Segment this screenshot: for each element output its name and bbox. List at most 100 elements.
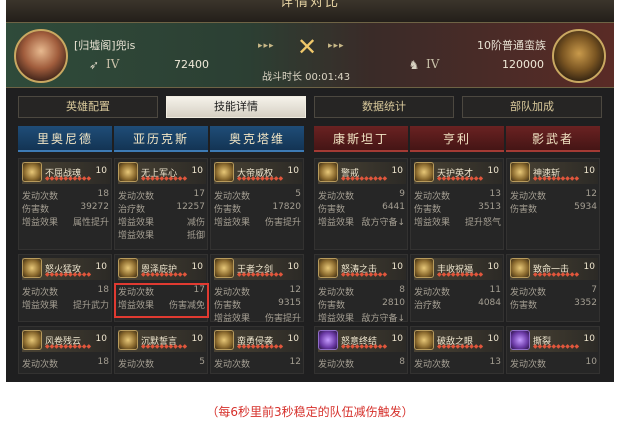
- stat-value: 属性提升: [72, 218, 109, 228]
- skill-card[interactable]: 神速斩 10 ◆◆◆◆◆◆◆◆◆◆ 发动次数 12 伤害数 5934: [506, 158, 600, 250]
- stat-row: 发动次数 17: [118, 189, 206, 202]
- stat-label: 增益效果: [214, 218, 251, 228]
- skill-card[interactable]: 大帝威权 10 ◆◆◆◆◆◆◆◆◆◆ 发动次数 5 伤害数 17820 增益效果 伤害提升: [210, 158, 304, 250]
- stat-value: 4084: [478, 298, 501, 308]
- stat-row: 增益效果 伤害提升: [214, 311, 302, 324]
- skill-header: 警戒 10 ◆◆◆◆◆◆◆◆◆◆: [318, 162, 406, 184]
- tab-skill-details[interactable]: 技能详情: [166, 96, 306, 118]
- stat-value: 6441: [382, 202, 405, 212]
- skill-icon: [22, 258, 42, 278]
- stat-label: 发动次数: [414, 192, 451, 202]
- player-power: 72400: [174, 58, 209, 71]
- stat-label: 增益效果: [118, 231, 155, 241]
- stat-row: 伤害数 6441: [318, 202, 406, 215]
- skill-card[interactable]: 不屈战魂 10 ◆◆◆◆◆◆◆◆◆◆ 发动次数 18 伤害数 39272 增益效果 属性提升: [18, 158, 112, 250]
- stat-value: 提升武力: [72, 301, 109, 311]
- title-bar: 详情对比: [6, 0, 614, 22]
- skill-level: 10: [583, 262, 595, 272]
- skill-level: 10: [487, 334, 499, 344]
- skill-card[interactable]: 怒涛之击 10 ◆◆◆◆◆◆◆◆◆◆ 发动次数 8 伤害数 2810 增益效果 敌方守备↓: [314, 254, 408, 324]
- skill-card[interactable]: 怒火猛攻 10 ◆◆◆◆◆◆◆◆◆◆ 发动次数 18 增益效果 提升武力: [18, 254, 112, 322]
- player-avatar[interactable]: [14, 29, 68, 83]
- stat-row: 治疗数 12257: [118, 202, 206, 215]
- stat-value: 敌方守备↓: [361, 218, 405, 228]
- skill-card[interactable]: 蛮勇侵袭 10 ◆◆◆◆◆◆◆◆◆◆ 发动次数 12: [210, 326, 304, 374]
- skill-card[interactable]: 怒意终结 10 ◆◆◆◆◆◆◆◆◆◆ 发动次数 8: [314, 326, 408, 374]
- skill-header: 怒涛之击 10 ◆◆◆◆◆◆◆◆◆◆: [318, 258, 406, 280]
- skill-level: 10: [95, 334, 107, 344]
- stat-value: 18: [97, 357, 109, 367]
- spear-icon: ➶: [88, 58, 100, 72]
- skill-card[interactable]: 天护英才 10 ◆◆◆◆◆◆◆◆◆◆ 发动次数 13 伤害数 3513 增益效果 提升怒气: [410, 158, 504, 250]
- skill-card[interactable]: 丰收祝福 10 ◆◆◆◆◆◆◆◆◆◆ 发动次数 11 治疗数 4084: [410, 254, 504, 322]
- skill-card[interactable]: 无上军心 10 ◆◆◆◆◆◆◆◆◆◆ 发动次数 17 治疗数 12257 增益效果 减伤 增益效果…: [114, 158, 208, 250]
- player-tier: IV: [106, 57, 120, 71]
- skill-icon: [214, 258, 234, 278]
- skill-card[interactable]: 风卷残云 10 ◆◆◆◆◆◆◆◆◆◆ 发动次数 18: [18, 326, 112, 374]
- page-title: 详情对比: [279, 0, 340, 10]
- skill-header: 恩泽庇护 10 ◆◆◆◆◆◆◆◆◆◆: [118, 258, 206, 280]
- stat-label: 伤害数: [214, 301, 242, 311]
- stat-row: 发动次数 18: [22, 357, 110, 370]
- stat-label: 增益效果: [318, 314, 355, 324]
- stat-label: 增益效果: [22, 301, 59, 311]
- skill-icon: [510, 162, 530, 182]
- stat-value: 18: [97, 189, 109, 199]
- stat-label: 伤害数: [510, 301, 538, 311]
- skill-header: 王者之剑 10 ◆◆◆◆◆◆◆◆◆◆: [214, 258, 302, 280]
- star-rating-icon: ◆◆◆◆◆◆◆◆◆◆: [533, 175, 580, 182]
- star-rating-icon: ◆◆◆◆◆◆◆◆◆◆: [141, 271, 188, 278]
- stat-row: 发动次数 11: [414, 285, 502, 298]
- stat-label: 伤害数: [414, 205, 442, 215]
- skill-icon: [414, 258, 434, 278]
- star-rating-icon: ◆◆◆◆◆◆◆◆◆◆: [437, 175, 484, 182]
- enemy-name: 10阶普通蛮族: [477, 39, 546, 52]
- tab-troop-bonus[interactable]: 部队加成: [462, 96, 602, 118]
- tab-hero-config[interactable]: 英雄配置: [18, 96, 158, 118]
- star-rating-icon: ◆◆◆◆◆◆◆◆◆◆: [237, 175, 284, 182]
- enemy-avatar[interactable]: [552, 29, 606, 83]
- star-rating-icon: ◆◆◆◆◆◆◆◆◆◆: [237, 343, 284, 350]
- player-name: [归墟阁]兜is: [74, 39, 136, 52]
- skill-level: 10: [391, 334, 403, 344]
- stat-row: 增益效果 属性提升: [22, 215, 110, 228]
- skill-card[interactable]: 警戒 10 ◆◆◆◆◆◆◆◆◆◆ 发动次数 9 伤害数 6441 增益效果 敌方守备↓: [314, 158, 408, 250]
- star-rating-icon: ◆◆◆◆◆◆◆◆◆◆: [533, 271, 580, 278]
- stat-row: 增益效果 提升武力: [22, 298, 110, 311]
- tab-data-stats[interactable]: 数据统计: [314, 96, 454, 118]
- stat-row: 增益效果 提升怒气: [414, 215, 502, 228]
- skill-icon: [318, 330, 338, 350]
- skill-level: 10: [583, 166, 595, 176]
- stat-value: 12: [585, 189, 597, 199]
- stat-value: 3352: [574, 298, 597, 308]
- skill-card[interactable]: 王者之剑 10 ◆◆◆◆◆◆◆◆◆◆ 发动次数 12 伤害数 9315 增益效果 伤害提升: [210, 254, 304, 324]
- star-rating-icon: ◆◆◆◆◆◆◆◆◆◆: [341, 175, 388, 182]
- stat-label: 伤害数: [510, 205, 538, 215]
- skill-card[interactable]: 致命一击 10 ◆◆◆◆◆◆◆◆◆◆ 发动次数 7 伤害数 3352: [506, 254, 600, 322]
- skill-card[interactable]: 破敌之眼 10 ◆◆◆◆◆◆◆◆◆◆ 发动次数 13: [410, 326, 504, 374]
- skill-header: 不屈战魂 10 ◆◆◆◆◆◆◆◆◆◆: [22, 162, 110, 184]
- stat-value: 敌方守备↓: [361, 314, 405, 324]
- stat-row: 发动次数 12: [214, 357, 302, 370]
- skill-icon: [318, 162, 338, 182]
- stat-row: 增益效果 抵御: [118, 228, 206, 241]
- stat-row: 伤害数 2810: [318, 298, 406, 311]
- skill-card[interactable]: 撕裂 10 ◆◆◆◆◆◆◆◆◆◆ 发动次数 10: [506, 326, 600, 374]
- skill-header: 怒火猛攻 10 ◆◆◆◆◆◆◆◆◆◆: [22, 258, 110, 280]
- skill-header: 神速斩 10 ◆◆◆◆◆◆◆◆◆◆: [510, 162, 598, 184]
- stat-row: 发动次数 18: [22, 189, 110, 202]
- stat-row: 增益效果 敌方守备↓: [318, 311, 406, 324]
- stat-label: 增益效果: [414, 218, 451, 228]
- stat-row: 发动次数 13: [414, 357, 502, 370]
- horse-icon: ♞: [408, 58, 420, 72]
- stat-value: 7: [591, 285, 597, 295]
- stat-label: 增益效果: [318, 218, 355, 228]
- skill-card[interactable]: 沉默誓言 10 ◆◆◆◆◆◆◆◆◆◆ 发动次数 5: [114, 326, 208, 374]
- skill-icon: [510, 330, 530, 350]
- star-rating-icon: ◆◆◆◆◆◆◆◆◆◆: [437, 271, 484, 278]
- skill-icon: [22, 162, 42, 182]
- stat-label: 增益效果: [22, 218, 59, 228]
- stat-value: 18: [97, 285, 109, 295]
- stat-value: 12257: [176, 202, 205, 212]
- stat-value: 5: [295, 189, 301, 199]
